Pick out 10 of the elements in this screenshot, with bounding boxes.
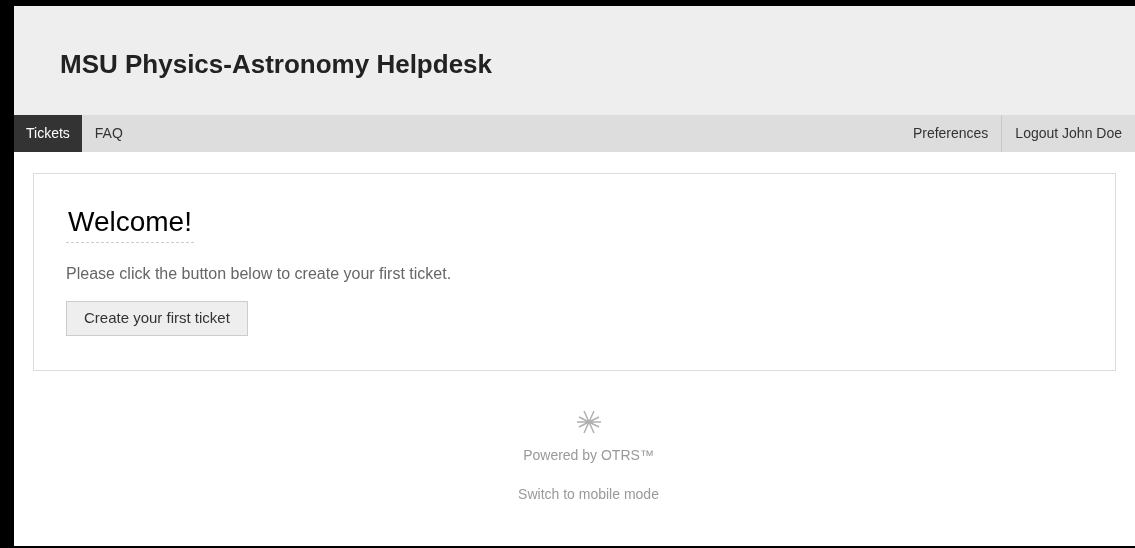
powered-by-text: Powered by OTRS™	[523, 446, 654, 465]
welcome-heading: Welcome!	[66, 204, 194, 243]
create-ticket-button[interactable]: Create your first ticket	[66, 301, 248, 336]
logo-icon	[575, 409, 602, 435]
site-title: MSU Physics-Astronomy Helpdesk	[60, 48, 492, 81]
nav-link[interactable]: Logout John Doe	[1001, 115, 1135, 152]
nav-tab[interactable]: FAQ	[81, 115, 136, 152]
nav-tab[interactable]: Tickets	[14, 115, 82, 152]
nav-link[interactable]: Preferences	[899, 115, 1002, 152]
welcome-message: Please click the button below to create your first ticket.	[66, 264, 452, 284]
